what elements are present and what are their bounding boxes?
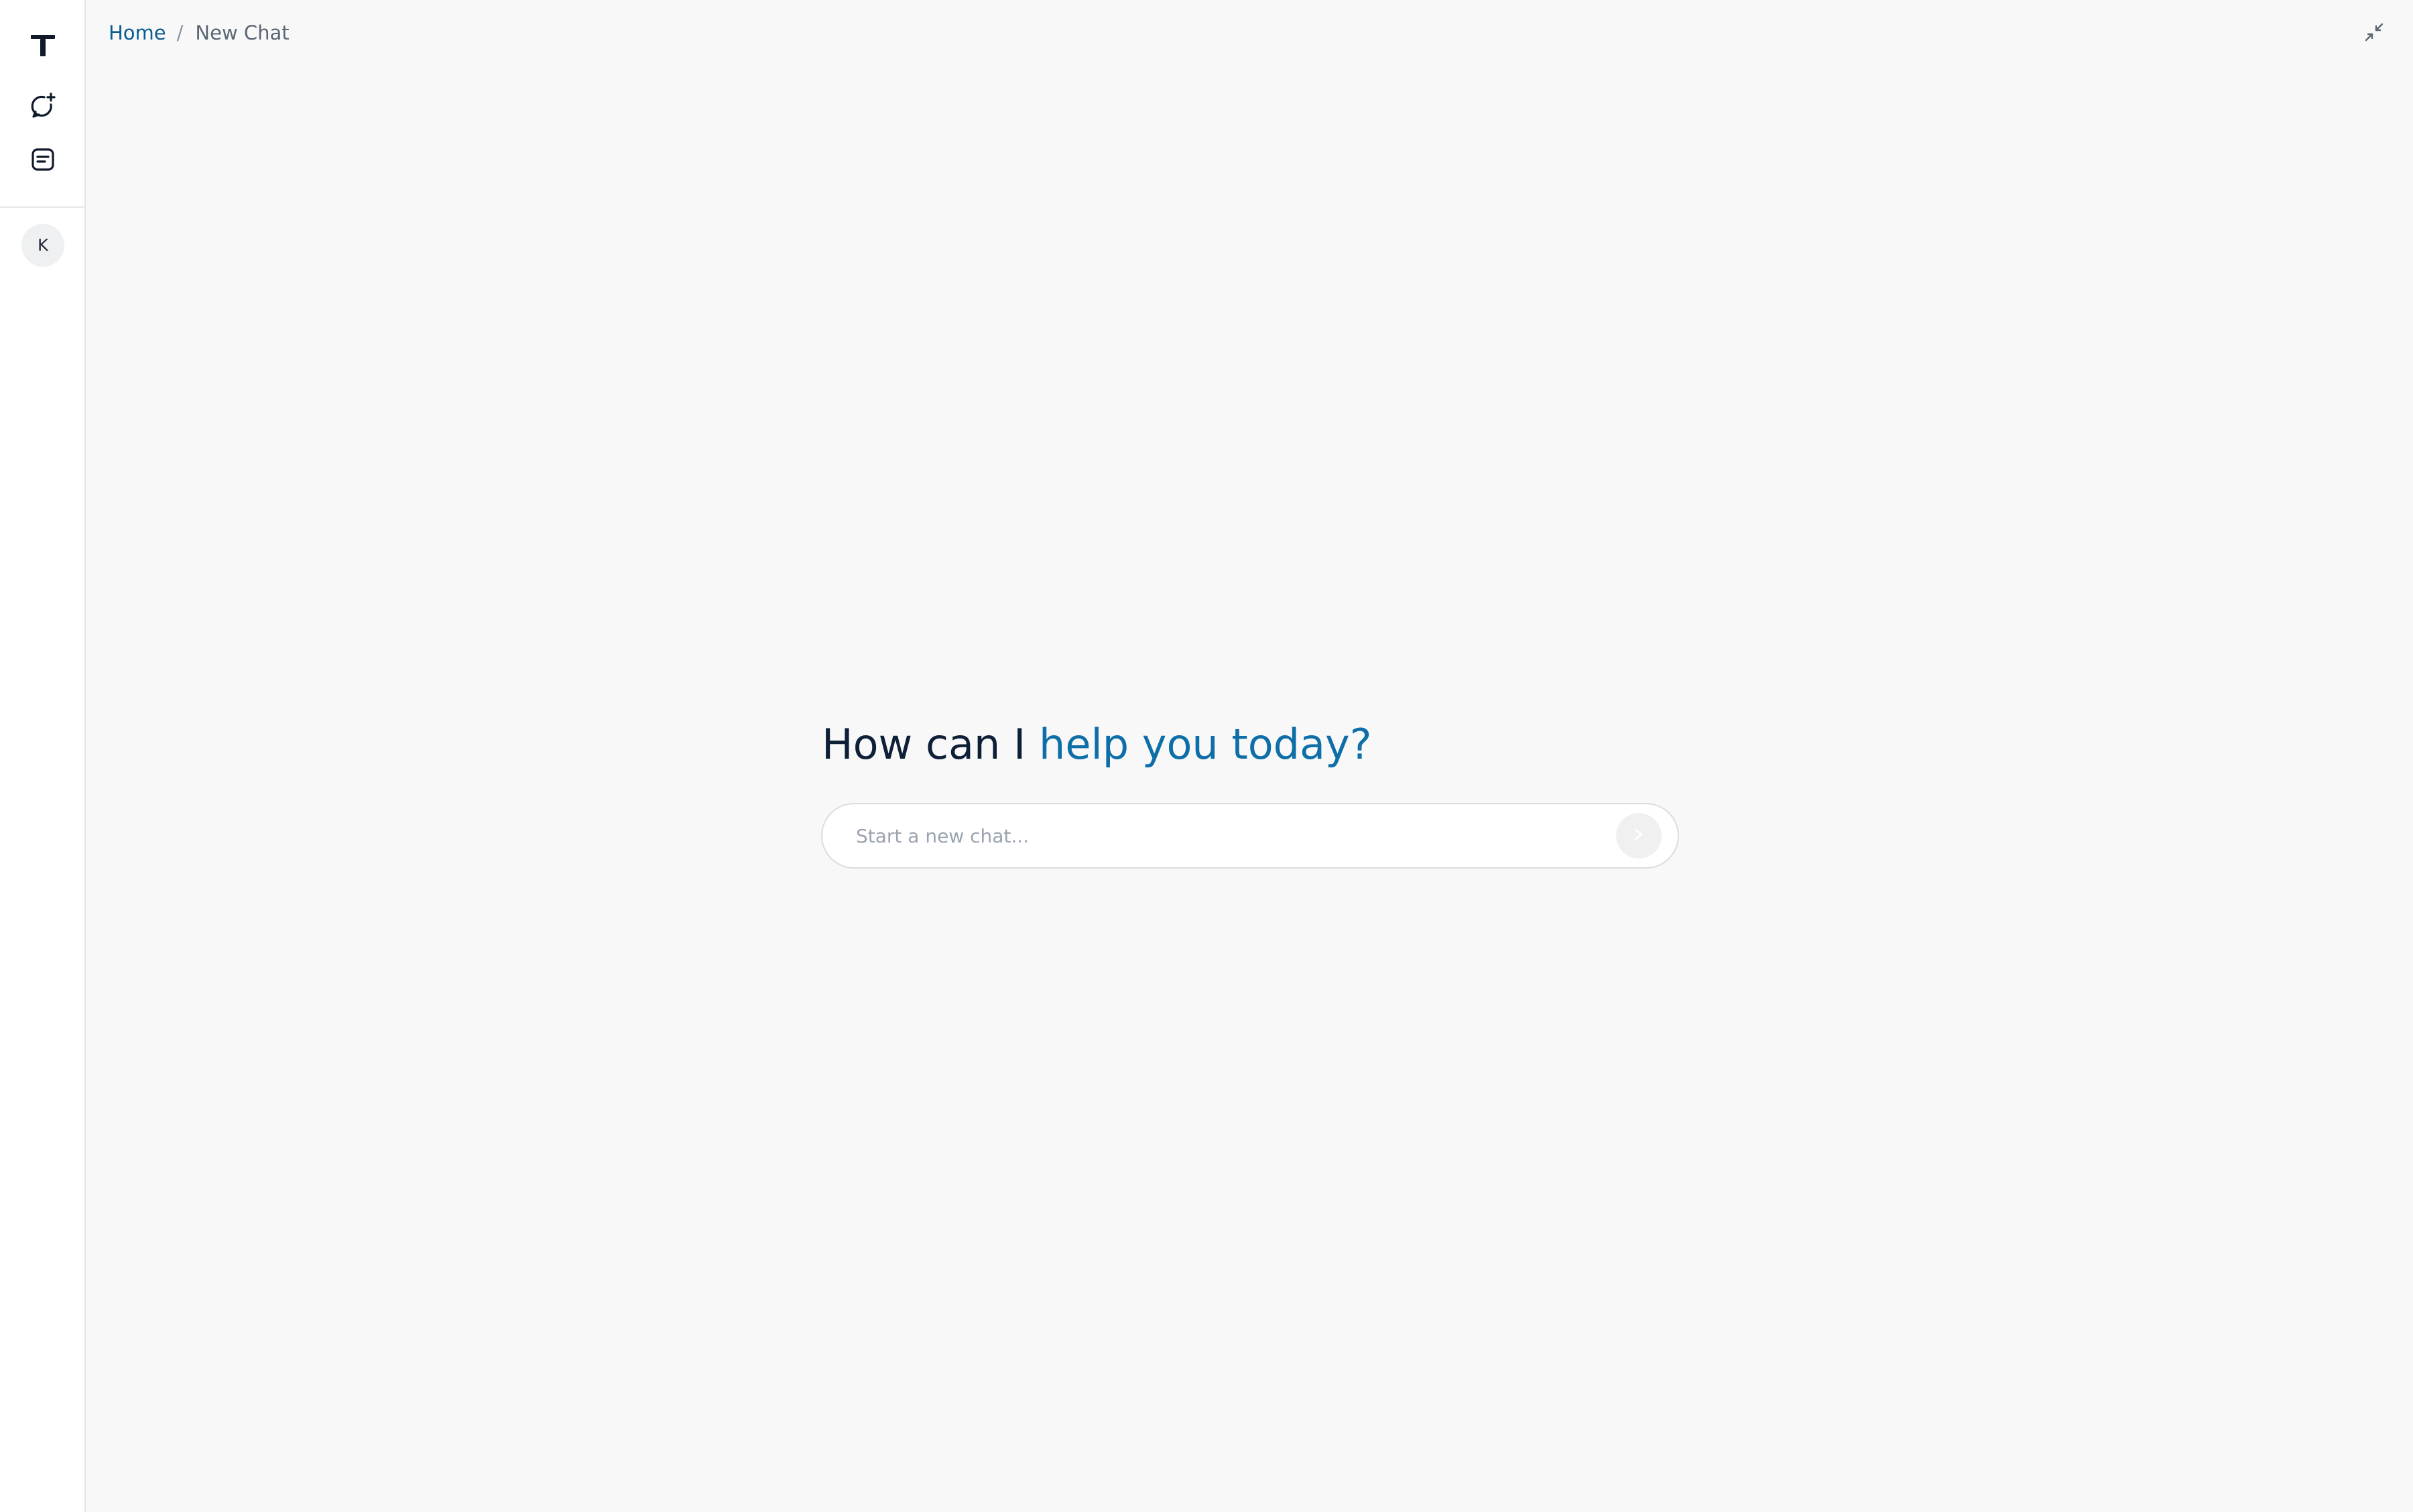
sidebar-divider [0,206,84,208]
app-root: K Home / New Chat How can I help you tod… [0,0,2413,1512]
breadcrumb-separator: / [176,21,184,44]
collapse-button[interactable] [2361,20,2388,47]
breadcrumb: Home / New Chat [109,19,290,47]
send-arrow-icon [1630,826,1648,846]
page-title: How can I help you today? [822,714,1492,775]
avatar-initial: K [38,236,48,255]
send-button[interactable] [1616,813,1662,859]
chat-list-icon [28,145,58,177]
chat-input-container [821,803,1679,869]
user-avatar[interactable]: K [21,224,64,267]
home-logo-button[interactable] [21,25,64,68]
new-chat-button[interactable] [21,86,64,129]
title-part-2: help you today? [1039,720,1372,769]
chat-history-button[interactable] [21,139,64,182]
chat-input[interactable] [855,804,1592,867]
brand-t-icon [28,31,58,63]
sidebar: K [0,0,86,1512]
title-part-1: How can I [822,720,1040,769]
collapse-arrows-icon [2365,23,2384,44]
breadcrumb-home-link[interactable]: Home [109,21,166,44]
breadcrumb-current: New Chat [195,21,290,44]
chat-plus-icon [28,91,58,123]
